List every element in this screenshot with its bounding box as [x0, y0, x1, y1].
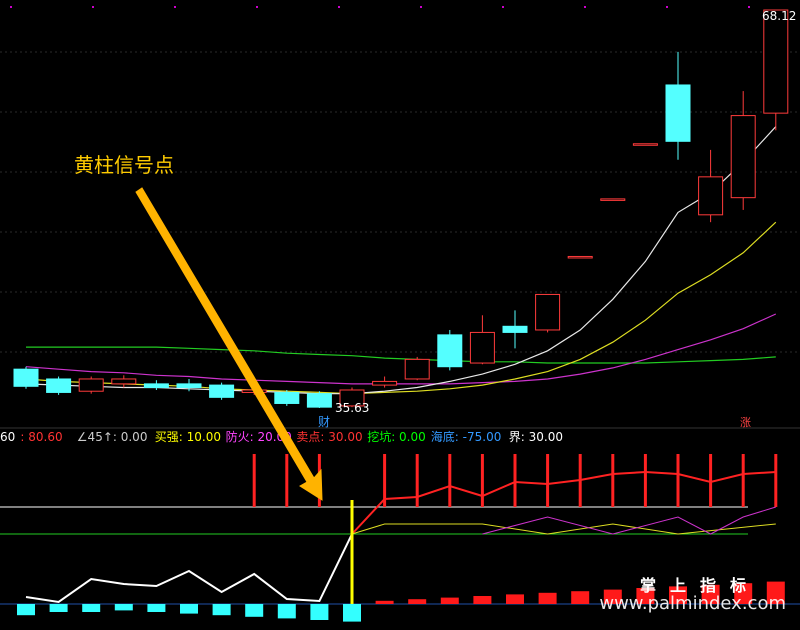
candle-body [143, 383, 169, 389]
ma-magenta-line [25, 313, 777, 385]
legend-item: 海底: -75.00 [431, 429, 502, 444]
signal-annotation: 黄柱信号点 [74, 153, 323, 501]
bottom-bar [506, 594, 524, 604]
bottom-bar [49, 604, 68, 612]
legend-item: 挖坑: 0.00 [367, 429, 426, 444]
candle-body [698, 176, 724, 216]
magenta-indicator-line [482, 506, 776, 535]
bottom-bar [310, 604, 329, 620]
bottom-bar [17, 604, 35, 616]
bottom-bar [343, 604, 361, 622]
bottom-bar [212, 604, 231, 616]
max-price-label: 68.12 [762, 9, 796, 23]
top-dot [338, 6, 340, 8]
candle-body [209, 384, 235, 398]
signal-arrow [135, 187, 323, 501]
top-dot [174, 6, 176, 8]
candle-body [763, 9, 789, 114]
candle-body [665, 84, 691, 142]
legend-item: 买强: 10.00 [155, 430, 221, 444]
top-dot [10, 6, 12, 8]
legend-item: 60 [0, 430, 15, 444]
top-dot [420, 6, 422, 8]
stock-chart: 68.12 35.63 财 涨 60 : 80.60 ∠45↑: 0.00 买强: 1… [0, 6, 800, 622]
bottom-bar [245, 604, 264, 617]
candle-body [306, 393, 332, 408]
bottom-bar [147, 604, 166, 612]
legend-item: 界: 30.00 [509, 430, 563, 444]
candle-body [13, 368, 39, 387]
candle-body [404, 358, 430, 380]
bottom-bar [277, 604, 296, 619]
bottom-bar [114, 604, 133, 611]
top-dot [666, 6, 668, 8]
ma-green-line [26, 346, 776, 364]
bottom-bar [408, 599, 427, 604]
corner-marker: 涨 [740, 416, 751, 429]
top-dot [748, 6, 750, 8]
legend-item: ∠45↑: 0.00 [77, 430, 148, 444]
candle-body [111, 378, 137, 385]
bottom-bar [82, 604, 101, 612]
signal-annotation-text: 黄柱信号点 [74, 153, 174, 177]
bottom-bar [440, 597, 459, 604]
candle-body [535, 293, 561, 331]
candles [13, 9, 789, 408]
candle-body [600, 198, 626, 201]
bottom-bar [375, 600, 394, 604]
candle-body [372, 380, 398, 386]
candle-body [78, 378, 104, 392]
candle-body [46, 378, 72, 393]
top-dot [502, 6, 504, 8]
ma-yellow-line [25, 221, 777, 395]
candle-body [176, 383, 202, 389]
yellow-indicator-line [351, 523, 776, 535]
top-dot [92, 6, 94, 8]
bottom-bar [538, 592, 557, 604]
grid-lines [0, 6, 800, 353]
candle-body [274, 391, 300, 404]
price-labels: 68.12 35.63 财 涨 [318, 9, 796, 429]
candle-body [730, 115, 756, 199]
candle-body [469, 331, 495, 364]
bottom-bar [571, 591, 590, 604]
indicator-line-red [351, 470, 776, 535]
top-dot [256, 6, 258, 8]
top-dot [584, 6, 586, 8]
legend-item: : 80.60 [20, 430, 62, 444]
bottom-bar [180, 604, 198, 614]
candle-body [632, 143, 658, 146]
min-price-label: 35.63 [335, 401, 369, 415]
candle-body [567, 255, 593, 259]
candle-body [502, 325, 528, 333]
bottom-bar [473, 596, 492, 604]
indicator-line [25, 533, 353, 604]
candle-body [437, 334, 463, 368]
legend-item: 卖点: 30.00 [296, 430, 362, 444]
event-marker: 财 [318, 415, 330, 429]
watermark-text: www.palmindex.com [599, 593, 786, 614]
